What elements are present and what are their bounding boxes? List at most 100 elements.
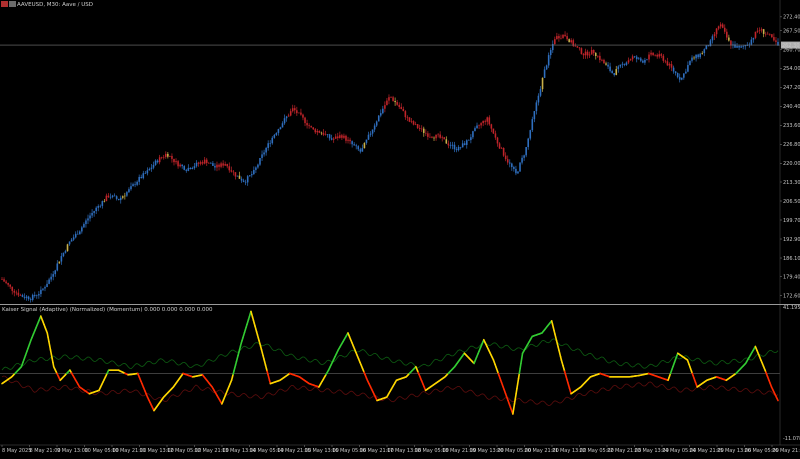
candle-body[interactable] — [493, 129, 495, 134]
candle-body[interactable] — [632, 56, 634, 59]
candle-body[interactable] — [415, 124, 417, 125]
candle-body[interactable] — [564, 35, 566, 36]
candle-body[interactable] — [218, 165, 220, 167]
candle-body[interactable] — [173, 159, 175, 162]
candle-body[interactable] — [304, 118, 306, 123]
candle-body[interactable] — [583, 54, 585, 55]
candle-body[interactable] — [323, 133, 325, 135]
candle-body[interactable] — [548, 55, 550, 65]
candle-body[interactable] — [7, 283, 9, 285]
candle-body[interactable] — [609, 67, 611, 71]
candle-body[interactable] — [89, 216, 91, 219]
candle-body[interactable] — [32, 295, 34, 300]
candle-body[interactable] — [276, 133, 278, 135]
candle-body[interactable] — [671, 64, 673, 68]
candle-body[interactable] — [482, 121, 484, 123]
candle-body[interactable] — [368, 135, 370, 140]
candle-body[interactable] — [28, 297, 30, 300]
candle-body[interactable] — [452, 145, 454, 146]
candle-body[interactable] — [306, 123, 308, 125]
candle-body[interactable] — [179, 165, 181, 167]
candle-body[interactable] — [13, 291, 15, 293]
candle-body[interactable] — [325, 134, 327, 135]
candle-body[interactable] — [128, 189, 130, 192]
candle-body[interactable] — [423, 129, 425, 133]
candle-body[interactable] — [579, 48, 581, 49]
candle-body[interactable] — [278, 129, 280, 133]
candle-body[interactable] — [429, 137, 431, 138]
candle-body[interactable] — [231, 170, 233, 171]
candle-body[interactable] — [589, 55, 591, 56]
candle-body[interactable] — [644, 60, 646, 63]
candle-body[interactable] — [511, 164, 513, 167]
candle-body[interactable] — [210, 163, 212, 164]
candle-body[interactable] — [200, 162, 202, 164]
candle-body[interactable] — [468, 140, 470, 141]
candle-body[interactable] — [529, 130, 531, 138]
candle-body[interactable] — [677, 73, 679, 77]
candle-body[interactable] — [257, 165, 259, 168]
candle-body[interactable] — [714, 34, 716, 36]
candle-body[interactable] — [69, 242, 71, 245]
candle-body[interactable] — [421, 129, 423, 130]
candle-body[interactable] — [247, 176, 249, 182]
candle-body[interactable] — [462, 143, 464, 147]
candle-body[interactable] — [61, 256, 63, 261]
candle-body[interactable] — [50, 277, 52, 280]
candle-body[interactable] — [523, 155, 525, 157]
candle-body[interactable] — [118, 199, 120, 200]
candle-body[interactable] — [411, 121, 413, 122]
candle-body[interactable] — [513, 167, 515, 169]
candle-body[interactable] — [97, 206, 99, 208]
candle-body[interactable] — [73, 237, 75, 239]
candle-body[interactable] — [67, 244, 69, 251]
trading-chart[interactable]: 262.30272.40267.50260.70254.00247.20240.… — [0, 0, 800, 455]
candle-body[interactable] — [1, 279, 3, 280]
candle-body[interactable] — [56, 263, 58, 270]
candle-body[interactable] — [177, 161, 179, 166]
candle-body[interactable] — [738, 46, 740, 47]
candle-body[interactable] — [409, 117, 411, 121]
candle-body[interactable] — [224, 164, 226, 166]
candle-body[interactable] — [730, 41, 732, 46]
candle-body[interactable] — [726, 32, 728, 38]
candle-body[interactable] — [214, 166, 216, 168]
candle-body[interactable] — [419, 128, 421, 129]
candle-body[interactable] — [171, 156, 173, 159]
candle-body[interactable] — [439, 135, 441, 138]
candle-body[interactable] — [345, 136, 347, 141]
candle-body[interactable] — [683, 73, 685, 77]
candle-body[interactable] — [515, 169, 517, 173]
candle-body[interactable] — [366, 140, 368, 143]
candle-body[interactable] — [689, 61, 691, 65]
candle-body[interactable] — [71, 240, 73, 242]
candle-body[interactable] — [208, 163, 210, 164]
candle-body[interactable] — [532, 119, 534, 130]
candle-body[interactable] — [413, 121, 415, 124]
candle-body[interactable] — [658, 54, 660, 56]
candle-body[interactable] — [701, 53, 703, 54]
candle-body[interactable] — [742, 46, 744, 47]
candle-body[interactable] — [615, 69, 617, 75]
candle-body[interactable] — [95, 208, 97, 211]
candle-body[interactable] — [22, 295, 24, 297]
candle-body[interactable] — [599, 56, 601, 60]
candle-body[interactable] — [507, 159, 509, 162]
candle-body[interactable] — [769, 34, 771, 35]
candle-body[interactable] — [347, 140, 349, 141]
candle-body[interactable] — [384, 105, 386, 109]
candle-body[interactable] — [245, 182, 247, 183]
candle-body[interactable] — [30, 299, 32, 300]
candle-body[interactable] — [288, 116, 290, 117]
candle-body[interactable] — [298, 113, 300, 114]
candle-body[interactable] — [386, 101, 388, 106]
candle-body[interactable] — [667, 61, 669, 65]
candle-body[interactable] — [290, 111, 292, 115]
candle-body[interactable] — [574, 46, 576, 47]
candle-body[interactable] — [484, 121, 486, 122]
candle-body[interactable] — [417, 124, 419, 128]
candle-body[interactable] — [603, 60, 605, 63]
candle-body[interactable] — [116, 196, 118, 199]
candle-body[interactable] — [722, 24, 724, 27]
candle-body[interactable] — [59, 262, 61, 264]
